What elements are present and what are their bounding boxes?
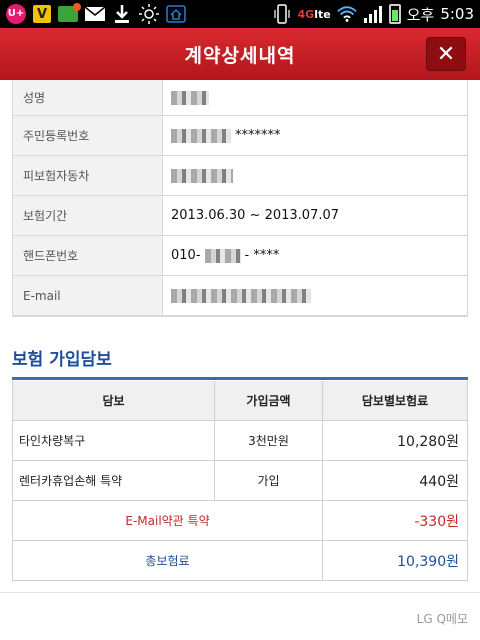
info-label: 핸드폰번호 bbox=[13, 236, 163, 275]
discount-row: E-Mail약관 특약 -330원 bbox=[13, 501, 467, 541]
message-icon bbox=[58, 3, 81, 22]
info-label: 피보험자동차 bbox=[13, 156, 163, 195]
battery-icon bbox=[388, 4, 401, 24]
info-value bbox=[163, 80, 467, 115]
info-row-resident-number: 주민등록번호 ******* bbox=[13, 116, 467, 156]
masked-value bbox=[171, 168, 233, 183]
info-label: 주민등록번호 bbox=[13, 116, 163, 155]
page-header: 계약상세내역 ✕ bbox=[0, 28, 480, 80]
contract-info-table: 성명 주민등록번호 ******* 피보험자동차 보험기간 2013.06.30… bbox=[12, 80, 468, 317]
discount-name: E-Mail약관 특약 bbox=[13, 501, 323, 540]
total-row: 총보험료 10,390원 bbox=[13, 541, 467, 581]
column-header: 담보별보험료 bbox=[361, 394, 429, 408]
check-label: V bbox=[36, 6, 48, 22]
info-value: ******* bbox=[163, 116, 467, 155]
page-title: 계약상세내역 bbox=[184, 44, 296, 67]
qmemo-label[interactable]: LG Q메모 bbox=[417, 610, 468, 627]
total-label: 총보험료 bbox=[13, 541, 323, 580]
network-lte: lte bbox=[314, 7, 331, 21]
phone-vibrate-icon bbox=[272, 4, 292, 24]
wifi-icon bbox=[337, 4, 357, 24]
status-ampm: 오후 bbox=[406, 5, 435, 24]
close-button[interactable]: ✕ bbox=[426, 37, 466, 71]
masked-value bbox=[171, 90, 209, 105]
info-value-text: - **** bbox=[244, 248, 280, 263]
info-value bbox=[163, 156, 467, 195]
brightness-icon bbox=[139, 4, 159, 24]
coverage-table: 담보 가입금액 담보별보험료 타인차량복구 3천만원 10,280원 렌터카휴업… bbox=[12, 381, 468, 581]
info-value-text: 010- bbox=[171, 248, 201, 263]
close-icon: ✕ bbox=[436, 41, 456, 67]
mail-icon bbox=[85, 4, 105, 24]
coverage-name: 타인차량복구 bbox=[13, 421, 215, 460]
home-shield-icon bbox=[166, 4, 186, 24]
info-value-text: 2013.06.30 ~ 2013.07.07 bbox=[171, 208, 340, 223]
coverage-amount: 가입 bbox=[215, 461, 323, 500]
network-type: 4G bbox=[297, 7, 315, 21]
coverage-premium: 440원 bbox=[419, 473, 459, 490]
uplus-label: U+ bbox=[7, 8, 25, 19]
column-header: 가입금액 bbox=[215, 381, 323, 420]
info-label: E-mail bbox=[13, 276, 163, 315]
check-icon: V bbox=[33, 5, 51, 23]
footer-divider bbox=[0, 592, 480, 593]
info-row-insured-vehicle: 피보험자동차 bbox=[13, 156, 467, 196]
coverage-name: 렌터카휴업손해 특약 bbox=[13, 461, 215, 500]
coverage-header-row: 담보 가입금액 담보별보험료 bbox=[13, 381, 467, 421]
info-value: 2013.06.30 ~ 2013.07.07 bbox=[163, 196, 467, 235]
table-row: 타인차량복구 3천만원 10,280원 bbox=[13, 421, 467, 461]
section-title: 보험 가입담보 bbox=[12, 350, 112, 370]
table-row: 렌터카휴업손해 특약 가입 440원 bbox=[13, 461, 467, 501]
status-bar: U+ V 4Glte 오후 5:03 bbox=[0, 0, 480, 28]
info-value: 010- - **** bbox=[163, 236, 467, 275]
info-row-name: 성명 bbox=[13, 80, 467, 116]
masked-value bbox=[171, 128, 231, 143]
info-label: 보험기간 bbox=[13, 196, 163, 235]
info-row-insurance-period: 보험기간 2013.06.30 ~ 2013.07.07 bbox=[13, 196, 467, 236]
network-lte-indicator: 4Glte bbox=[298, 8, 331, 21]
info-label: 성명 bbox=[13, 80, 163, 115]
section-divider bbox=[12, 377, 468, 380]
coverage-premium: 10,280원 bbox=[397, 433, 459, 450]
signal-icon bbox=[363, 4, 383, 24]
uplus-icon: U+ bbox=[6, 4, 26, 24]
info-row-email: E-mail bbox=[13, 276, 467, 316]
discount-premium: -330원 bbox=[414, 513, 459, 530]
total-premium: 10,390원 bbox=[397, 553, 459, 570]
masked-value bbox=[171, 288, 311, 303]
info-value bbox=[163, 276, 467, 315]
info-row-phone: 핸드폰번호 010- - **** bbox=[13, 236, 467, 276]
column-header: 담보 bbox=[13, 381, 215, 420]
status-time: 5:03 bbox=[440, 5, 474, 23]
info-value-text: ******* bbox=[235, 128, 281, 143]
download-icon bbox=[112, 4, 132, 24]
coverage-amount: 3천만원 bbox=[215, 421, 323, 460]
masked-value bbox=[204, 248, 241, 263]
